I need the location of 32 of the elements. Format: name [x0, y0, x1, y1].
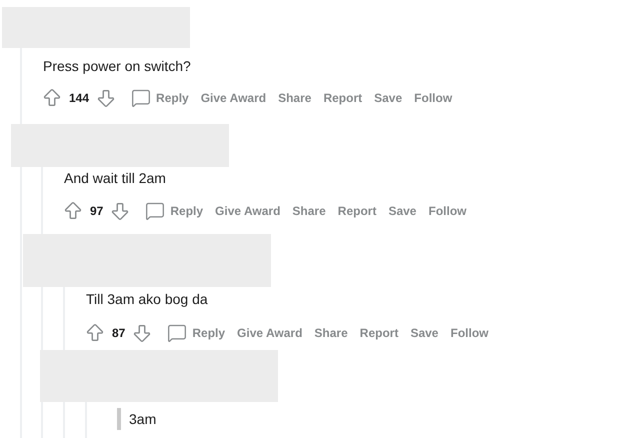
comment-action[interactable]: Save — [404, 325, 444, 341]
comment-action[interactable]: Follow — [422, 203, 472, 219]
comment-action[interactable]: Give Award — [231, 325, 308, 341]
comment-icon — [145, 201, 166, 221]
comment-action[interactable]: Report — [354, 325, 404, 341]
comment-action[interactable]: Save — [382, 203, 422, 219]
upvote-icon[interactable] — [84, 322, 106, 344]
quote-bar — [117, 408, 121, 430]
comment-action[interactable]: Reply — [161, 323, 232, 343]
comment-action[interactable]: Share — [272, 90, 318, 106]
upvote-icon[interactable] — [41, 87, 63, 109]
comment-icon — [131, 88, 152, 108]
comment-action[interactable]: Follow — [444, 325, 494, 341]
comment-action[interactable]: Report — [317, 90, 368, 106]
comment-text: And wait till 2am — [64, 170, 166, 186]
vote-count: 97 — [90, 203, 104, 219]
comment-text: 3am — [129, 410, 156, 429]
comment-action[interactable]: Save — [368, 90, 408, 106]
comment-action[interactable]: Give Award — [209, 203, 286, 219]
comment-action[interactable]: Follow — [408, 90, 458, 106]
comment-text: Press power on switch? — [43, 58, 191, 74]
comment-text: Till 3am ako bog da — [86, 291, 208, 307]
comment-action[interactable]: Reply — [139, 201, 210, 221]
comment-action[interactable]: Reply — [125, 88, 195, 108]
comment-icon — [167, 323, 188, 343]
vote-count: 144 — [69, 90, 90, 106]
comment-action[interactable]: Give Award — [194, 90, 272, 106]
comment-action[interactable]: Share — [286, 203, 332, 219]
upvote-icon[interactable] — [62, 200, 84, 222]
vote-count: 87 — [112, 325, 126, 341]
comment-action[interactable]: Report — [332, 203, 382, 219]
comment-action[interactable]: Share — [308, 325, 354, 341]
